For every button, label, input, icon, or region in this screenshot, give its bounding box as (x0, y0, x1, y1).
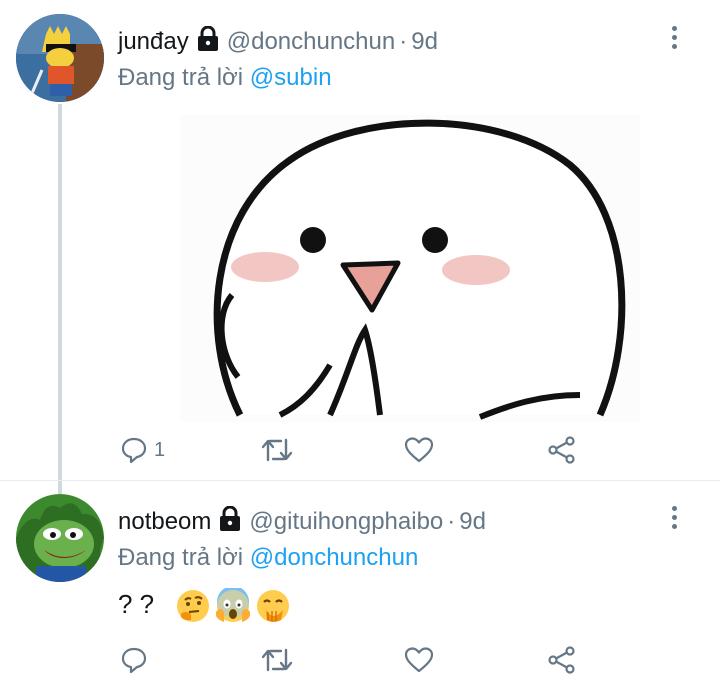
reply-icon (120, 646, 148, 674)
heart-icon (404, 646, 434, 674)
share-button[interactable] (547, 432, 577, 468)
user-handle[interactable]: @gituihongphaibo (249, 508, 443, 535)
share-icon (547, 645, 577, 675)
tweet-header: junđay @donchunchun · 9d (118, 25, 438, 59)
retweet-icon (261, 646, 293, 674)
tweet-2: notbeom @gituihongphaibo · 9d Đang trả lời… (0, 480, 720, 688)
face-with-hand-over-mouth-icon (255, 588, 291, 624)
display-name[interactable]: notbeom (118, 508, 211, 535)
reply-prefix: Đang trả lời (118, 544, 244, 571)
retweet-button[interactable] (261, 642, 293, 678)
user-handle[interactable]: @donchunchun (227, 28, 396, 55)
display-name[interactable]: junđay (118, 28, 189, 55)
retweet-button[interactable] (261, 432, 293, 468)
separator-dot: · (447, 508, 456, 535)
reply-mention-link[interactable]: @subin (250, 64, 332, 91)
reply-icon (120, 436, 148, 464)
thinking-face-icon (175, 588, 211, 624)
face-screaming-in-fear-icon (215, 586, 251, 624)
thread-connector-line (58, 104, 62, 496)
tweet-image[interactable] (180, 115, 640, 422)
reply-context: Đang trả lời @subin (118, 64, 332, 92)
like-button[interactable] (404, 642, 434, 678)
meme-image (180, 115, 640, 422)
tweet-text: ? ? (118, 586, 291, 624)
reply-count: 1 (154, 438, 166, 461)
reply-prefix: Đang trả lời (118, 64, 244, 91)
like-button[interactable] (404, 432, 434, 468)
reply-button[interactable] (120, 642, 154, 678)
lock-icon (219, 505, 241, 539)
timestamp[interactable]: 9d (411, 28, 438, 55)
reply-button[interactable]: 1 (120, 432, 165, 468)
more-options-icon[interactable] (666, 506, 682, 534)
tweet-actions (0, 642, 720, 682)
emoji-row (175, 586, 291, 624)
separator-dot: · (399, 28, 408, 55)
reply-context: Đang trả lời @donchunchun (118, 544, 418, 572)
timestamp[interactable]: 9d (459, 508, 486, 535)
avatar[interactable] (16, 14, 104, 102)
share-icon (547, 435, 577, 465)
reply-mention-link[interactable]: @donchunchun (250, 544, 419, 571)
avatar[interactable] (16, 494, 104, 582)
retweet-icon (261, 436, 293, 464)
avatar-image (16, 494, 104, 582)
heart-icon (404, 436, 434, 464)
tweet-text-content: ? ? (118, 588, 155, 619)
more-options-icon[interactable] (666, 26, 682, 54)
lock-icon (197, 25, 219, 59)
tweet-1: junđay @donchunchun · 9d Đang trả lời @sub… (0, 0, 720, 480)
share-button[interactable] (547, 642, 577, 678)
tweet-actions: 1 (0, 432, 720, 472)
avatar-image (16, 14, 104, 102)
tweet-header: notbeom @gituihongphaibo · 9d (118, 505, 486, 539)
